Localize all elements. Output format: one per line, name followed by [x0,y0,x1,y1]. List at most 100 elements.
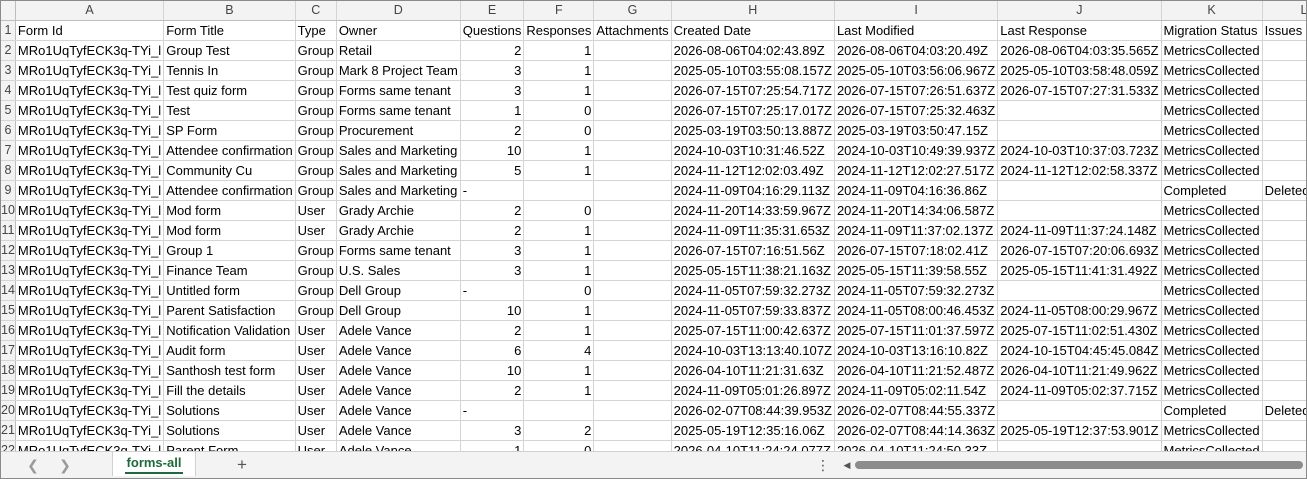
cell[interactable]: 2025-05-10T03:55:08.157Z [671,60,835,81]
vertical-dots-icon[interactable]: ⋮ [816,456,830,474]
cell[interactable] [593,240,672,261]
cell[interactable]: 2026-07-15T07:26:51.637Z [834,80,999,101]
row-header[interactable]: 10 [1,200,16,221]
cell[interactable]: Solutions [163,420,296,441]
cell[interactable]: 1 [523,360,595,381]
cell[interactable]: Attendee confirmation [163,180,296,201]
cell[interactable]: 2024-11-09T05:02:11.54Z [834,380,999,401]
cell[interactable]: MetricsCollected [1161,160,1263,181]
cell[interactable]: 2024-11-20T14:34:06.587Z [834,200,999,221]
cell[interactable]: SP Form [163,120,296,141]
cell[interactable] [1262,380,1306,401]
cell[interactable]: Community Cu [163,160,296,181]
cell[interactable]: MRo1UqTyfECK3q-TYi_l [15,200,165,221]
cell[interactable]: MetricsCollected [1161,220,1263,241]
cell[interactable]: Test [163,100,296,121]
cell[interactable]: 1 [523,300,595,321]
cell[interactable]: 2026-04-10T11:21:49.962Z [997,360,1162,381]
cell[interactable] [593,100,672,121]
cell[interactable]: Form Title [163,20,296,41]
cell[interactable]: - [460,400,525,421]
cell[interactable]: Completed [1161,180,1263,201]
cell[interactable]: 1 [523,380,595,401]
cell[interactable] [593,180,672,201]
cell[interactable]: 2024-11-05T07:59:32.273Z [834,280,999,301]
cell[interactable]: 2025-07-15T11:00:42.637Z [671,320,835,341]
cell[interactable]: MRo1UqTyfECK3q-TYi_l [15,40,165,61]
cell[interactable]: MetricsCollected [1161,320,1263,341]
column-header[interactable]: D [336,1,461,21]
cell[interactable]: MRo1UqTyfECK3q-TYi_l [15,100,165,121]
cell[interactable]: 2026-07-15T07:16:51.56Z [671,240,835,261]
cell[interactable] [1262,260,1306,281]
cell[interactable]: Attendee confirmation [163,140,296,161]
cell[interactable] [1262,280,1306,301]
cell[interactable]: Adele Vance [336,340,461,361]
cell[interactable]: Parent Form [163,440,296,451]
row-header[interactable]: 19 [1,380,16,401]
cell[interactable] [593,160,672,181]
cell[interactable]: MetricsCollected [1161,80,1263,101]
cell[interactable] [997,280,1162,301]
cell[interactable] [593,260,672,281]
cell[interactable]: MetricsCollected [1161,340,1263,361]
cell[interactable] [1262,100,1306,121]
cell[interactable]: 0 [523,280,595,301]
cell[interactable]: 2026-07-15T07:25:17.017Z [671,100,835,121]
cell[interactable]: 1 [523,240,595,261]
cell[interactable]: Last Response [997,20,1162,41]
cell[interactable]: Finance Team [163,260,296,281]
cell[interactable]: Group [295,120,337,141]
cell[interactable]: - [460,180,525,201]
cell[interactable]: MRo1UqTyfECK3q-TYi_l [15,220,165,241]
cell[interactable]: Migration Status [1161,20,1263,41]
cell[interactable]: Last Modified [834,20,999,41]
column-header[interactable]: C [295,1,337,21]
cell[interactable]: 2026-04-10T11:24:24.077Z [671,440,835,451]
cell[interactable]: 2024-11-05T08:00:46.453Z [834,300,999,321]
cell[interactable] [1262,420,1306,441]
cell[interactable] [523,180,595,201]
cell[interactable]: Group [295,260,337,281]
cell[interactable]: 2024-11-09T05:02:37.715Z [997,380,1162,401]
cell[interactable]: MRo1UqTyfECK3q-TYi_l [15,440,165,451]
cell[interactable] [1262,140,1306,161]
cell[interactable]: U.S. Sales [336,260,461,281]
cell[interactable] [593,200,672,221]
row-header[interactable]: 3 [1,60,16,81]
cell[interactable]: MRo1UqTyfECK3q-TYi_l [15,380,165,401]
cell[interactable]: MetricsCollected [1161,200,1263,221]
cell[interactable]: 2026-02-07T08:44:14.363Z [834,420,999,441]
cell[interactable]: 3 [460,240,525,261]
cell[interactable]: Attachments [593,20,672,41]
cell[interactable] [593,120,672,141]
cell[interactable]: 0 [523,440,595,451]
cell[interactable]: MetricsCollected [1161,280,1263,301]
row-header[interactable]: 8 [1,160,16,181]
cell[interactable]: Group Test [163,40,296,61]
cell[interactable]: 2024-11-09T11:37:02.137Z [834,220,999,241]
cell[interactable] [593,420,672,441]
cell[interactable] [997,440,1162,451]
cell[interactable]: 3 [460,80,525,101]
cell[interactable]: Retail [336,40,461,61]
cell[interactable] [997,400,1162,421]
cell[interactable]: Group [295,80,337,101]
row-header[interactable]: 4 [1,80,16,101]
row-header[interactable]: 9 [1,180,16,201]
cell[interactable]: 2 [460,200,525,221]
cell[interactable]: 2026-07-15T07:27:31.533Z [997,80,1162,101]
cell[interactable]: 2026-07-15T07:20:06.693Z [997,240,1162,261]
cell[interactable]: MetricsCollected [1161,440,1263,451]
column-header[interactable]: E [460,1,525,21]
cell[interactable] [1262,320,1306,341]
cell[interactable]: 5 [460,160,525,181]
cell[interactable]: 2026-02-07T08:44:39.953Z [671,400,835,421]
column-header[interactable]: J [997,1,1162,21]
cell[interactable]: MRo1UqTyfECK3q-TYi_l [15,400,165,421]
cell[interactable]: MetricsCollected [1161,300,1263,321]
cell[interactable]: Issues [1262,20,1306,41]
horizontal-scrollbar[interactable]: ◀ [841,458,1303,472]
cell[interactable] [1262,360,1306,381]
cell[interactable]: 2024-11-09T04:16:29.113Z [671,180,835,201]
